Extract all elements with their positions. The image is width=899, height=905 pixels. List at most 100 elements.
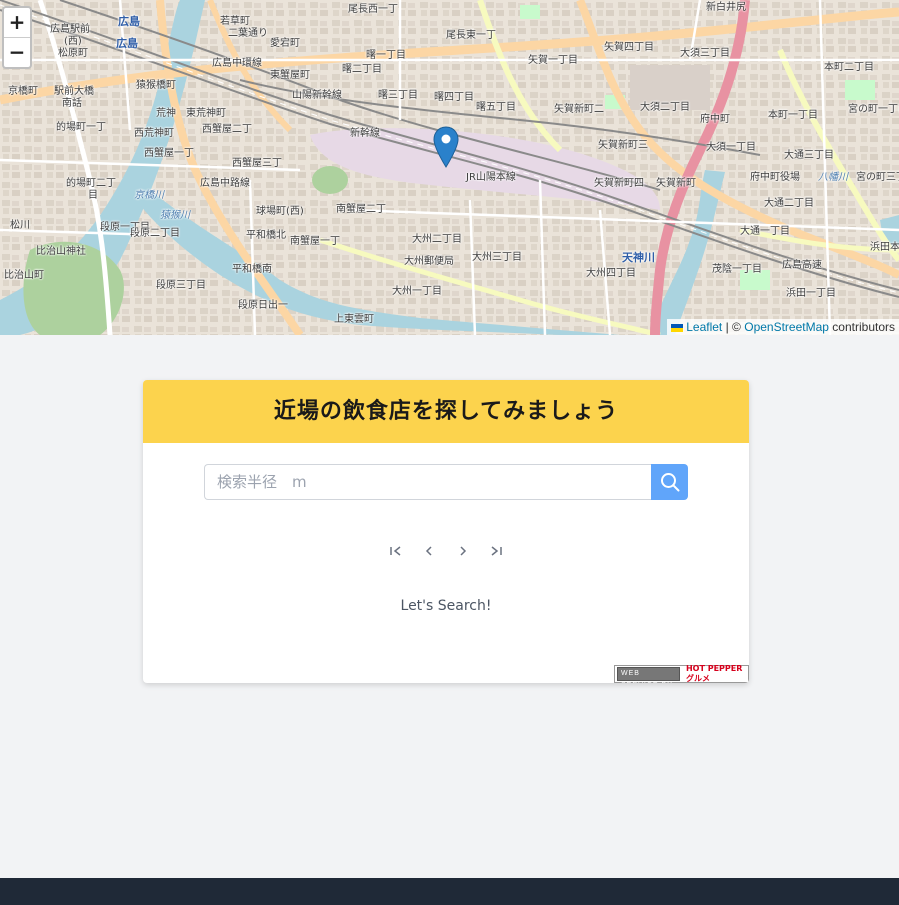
map-label: 東荒神町 [186,108,226,119]
search-icon [660,473,679,492]
map-label: 大州一丁目 [392,286,442,297]
map[interactable]: 広島 広島 広島駅前 (西) 松原町 京橋町 駅前大橋 南話 的場町一丁 的場町… [0,0,899,335]
map-label: 本町一丁目 [768,110,818,121]
map-label: 広島 [118,15,140,28]
map-label: 広島高速 [782,260,822,271]
map-label: 的場町一丁 [56,122,106,133]
zoom-out-button[interactable]: − [4,37,30,67]
map-label: 愛宕町 [270,38,300,49]
map-label: 矢賀一丁目 [528,55,578,66]
map-label: 西蟹屋一丁 [144,148,194,159]
map-label: 天神川 [622,251,655,264]
map-label: 大州郵便局 [404,256,454,267]
card-title: 近場の飲食店を探してみましょう [143,380,749,443]
map-label: 段原二丁目 [130,228,180,239]
map-label: 広島中環線 [212,58,262,69]
map-label: 平和橋南 [232,264,272,275]
map-label: 大州三丁目 [472,252,522,263]
map-label: 尾長西一丁 [348,4,398,15]
attribution-separator: | © [725,320,741,334]
map-label: 比治山神社 [36,246,86,257]
map-label: 矢賀新町二 [554,104,604,115]
map-label: 大須三丁目 [680,48,730,59]
map-label: 府中町役場 [750,172,800,183]
map-label: 浜田本 [870,242,899,253]
map-label: 猿猴川 [160,210,190,221]
map-label: 大須二丁目 [640,102,690,113]
map-label: 大須一丁目 [706,142,756,153]
map-label: 的場町二丁 [66,178,116,189]
map-label: 京橋川 [134,190,164,201]
map-label: 八幡川 [818,172,848,183]
map-label: 府中町 [700,114,730,125]
map-label: 西蟹屋三丁 [232,158,282,169]
search-bar [204,464,688,500]
hotpepper-logo: HOT PEPPER グルメ [685,664,743,683]
map-label: 西荒神町 [134,128,174,139]
map-label: 茂陰一丁目 [712,264,762,275]
map-label: 西蟹屋二丁 [202,124,252,135]
next-page-icon[interactable] [449,542,477,560]
map-label: 尾長東一丁 [446,30,496,41]
map-label: 曙一丁目 [366,50,406,61]
map-label: 東蟹屋町 [270,70,310,81]
map-label: 新幹線 [350,128,380,139]
openstreetmap-link[interactable]: OpenStreetMap [744,320,829,334]
map-label: 松原町 [58,48,88,59]
map-label: 矢賀新町三 [598,140,648,151]
pagination [143,540,749,558]
map-label: 松川 [10,220,30,231]
zoom-in-button[interactable]: + [4,8,30,37]
attribution-contributors: contributors [832,320,895,334]
map-label: 大通二丁目 [764,198,814,209]
map-label: 大州二丁目 [412,234,462,245]
location-marker-icon[interactable] [433,126,459,168]
map-label: 段原日出一 [238,300,288,311]
search-button[interactable] [651,464,688,500]
map-label: 曙四丁目 [434,92,474,103]
map-label: JR山陽本線 [466,172,516,183]
map-label: 新白井尻 [706,2,746,13]
footer [0,878,899,905]
map-label: 矢賀新町 [656,178,696,189]
map-label: 若草町 [220,16,250,27]
search-radius-input[interactable] [204,464,652,500]
map-label: 浜田一丁目 [786,288,836,299]
map-label: 南蟹屋二丁 [336,204,386,215]
map-label: 目 [88,190,98,201]
map-label: 京橋町 [8,86,38,97]
map-label: 大州四丁目 [586,268,636,279]
map-attribution: Leaflet | © OpenStreetMap contributors [667,319,899,335]
map-label: 段原三丁目 [156,280,206,291]
zoom-control: + − [2,6,32,69]
map-label: 大通一丁目 [740,226,790,237]
map-label: 駅前大橋 [54,86,94,97]
map-label: 曙二丁目 [342,64,382,75]
map-label: 広島中路線 [200,178,250,189]
map-label: 南蟹屋一丁 [290,236,340,247]
web-service-label: WEB SERVICE BY [617,667,680,683]
map-label: 矢賀四丁目 [604,42,654,53]
map-label: 宮の町一丁目 [848,104,899,115]
map-label: 山陽新幹線 [292,90,342,101]
map-label: 広島 [116,37,138,50]
map-label: 宮の町三丁目 [856,172,899,183]
map-label: 荒神 [156,108,176,119]
prev-page-icon[interactable] [415,542,443,560]
map-label: 曙三丁目 [378,90,418,101]
map-label: 上東雲町 [334,314,374,325]
map-label: 平和橋北 [246,230,286,241]
search-status-text: Let's Search! [400,598,492,614]
map-label: 矢賀新町四 [594,178,644,189]
map-label: 猿猴橋町 [136,80,176,91]
search-card: 近場の飲食店を探してみましょう Let's Search! WEB SERVIC… [143,380,749,683]
map-label: 南話 [62,98,82,109]
map-label: 本町二丁目 [824,62,874,73]
map-label: 二葉通り [228,28,268,39]
first-page-icon[interactable] [382,542,410,560]
map-label: 広島駅前 [50,24,90,35]
last-page-icon[interactable] [482,542,510,560]
leaflet-link[interactable]: Leaflet [686,320,722,334]
hotpepper-credit[interactable]: WEB SERVICE BY HOT PEPPER グルメ [614,664,749,683]
map-label: 球場町(西) [256,206,304,217]
